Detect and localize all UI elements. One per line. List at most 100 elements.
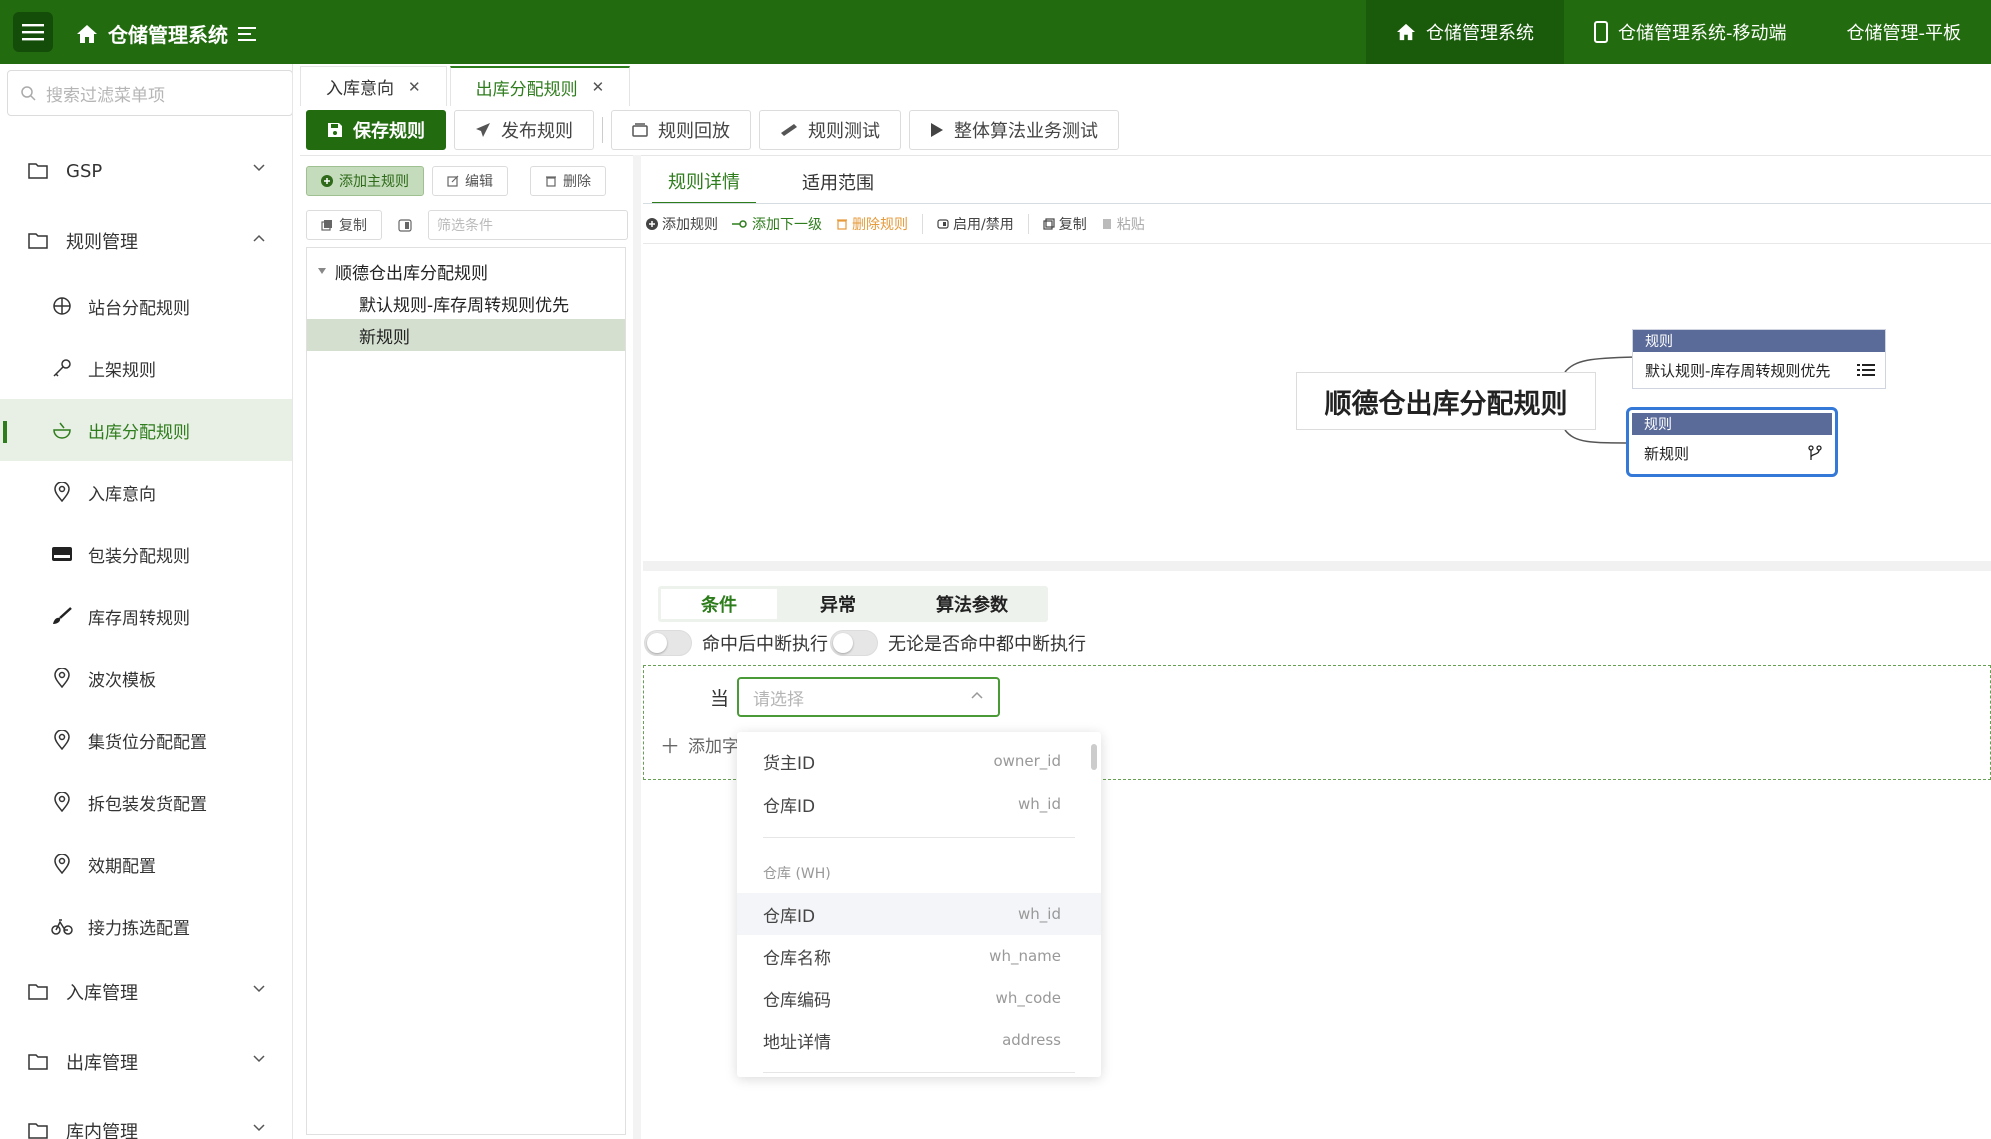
dropdown-divider	[763, 1072, 1075, 1073]
publish-label: 发布规则	[501, 121, 573, 142]
playback-rule-button[interactable]: 规则回放	[611, 110, 751, 150]
copy-button[interactable]: 复制	[306, 210, 382, 240]
mindmap-root-label: 顺德仓出库分配规则	[1324, 388, 1568, 420]
plus-icon: ＋	[660, 734, 680, 758]
tab-exception[interactable]: 异常	[780, 586, 896, 622]
tab-inbound-intent[interactable]: 入库意向 ✕	[300, 66, 447, 106]
sidebar-item-package-rule[interactable]: 包装分配规则	[0, 523, 292, 585]
switch-label: 无论是否命中都中断执行	[888, 634, 1086, 655]
sidebar-item-warehouse-management[interactable]: 库内管理	[0, 1100, 292, 1139]
sidebar-item-gsp[interactable]: GSP	[0, 140, 292, 202]
tree-node-default-rule[interactable]: 默认规则-库存周转规则优先	[307, 287, 625, 319]
tab-label: 异常	[820, 595, 856, 616]
sidebar-item-label: 库内管理	[66, 1122, 138, 1139]
delete-rule-button[interactable]: 删除规则	[836, 214, 908, 234]
sidebar-item-inbound-intent[interactable]: 入库意向	[0, 461, 292, 523]
condition-tabs: 条件 异常 算法参数	[658, 586, 1048, 622]
location-pin-icon	[50, 852, 74, 876]
mindmap-node-new-rule[interactable]: 规则 新规则	[1626, 407, 1838, 477]
sidebar-item-relay-pick-config[interactable]: 接力拣选配置	[0, 895, 292, 957]
sidebar-search-input[interactable]: 搜索过滤菜单项	[7, 70, 292, 116]
save-label: 保存规则	[353, 121, 425, 142]
location-pin-icon	[50, 728, 74, 752]
sidebar-item-inbound-management[interactable]: 入库管理	[0, 961, 292, 1023]
tab-rule-detail[interactable]: 规则详情	[652, 160, 756, 204]
paste-icon-button[interactable]	[390, 210, 420, 240]
toggle-rule-button[interactable]: 启用/禁用	[937, 214, 1014, 234]
sidebar-item-label: 波次模板	[88, 670, 156, 691]
toolbar: 保存规则 发布规则 规则回放 规则测试 整体算法业务测试	[306, 110, 1119, 150]
dropdown-item[interactable]: 仓库编码 wh_code	[737, 977, 1101, 1019]
add-field-button[interactable]: ＋ 添加字	[660, 730, 739, 759]
dropdown-group-label: 仓库 (WH)	[763, 866, 831, 882]
key-icon	[50, 356, 74, 380]
save-rule-button[interactable]: 保存规则	[306, 110, 446, 150]
test-rule-button[interactable]: 规则测试	[759, 110, 901, 150]
copy-node-button[interactable]: 复制	[1043, 214, 1087, 234]
paste-node-button[interactable]: 粘贴	[1101, 214, 1145, 234]
tree-node-root[interactable]: 顺德仓出库分配规则	[307, 255, 625, 287]
sidebar-item-label: 出库管理	[66, 1053, 138, 1074]
tab-label: 入库意向	[326, 79, 394, 99]
sidebar-item-expiry-config[interactable]: 效期配置	[0, 833, 292, 895]
sidebar-item-turnover-rule[interactable]: 库存周转规则	[0, 585, 292, 647]
mindmap-node-default-rule[interactable]: 规则 默认规则-库存周转规则优先	[1632, 329, 1886, 389]
sidebar-item-putaway-rule[interactable]: 上架规则	[0, 337, 292, 399]
folder-icon	[26, 1050, 50, 1074]
sidebar-item-label: 站台分配规则	[88, 298, 190, 319]
folder-icon	[26, 1119, 50, 1139]
sidebar-item-wave-template[interactable]: 波次模板	[0, 647, 292, 709]
tab-scope[interactable]: 适用范围	[786, 160, 890, 204]
dropdown-item[interactable]: 仓库ID wh_id	[737, 893, 1101, 935]
top-link-mobile[interactable]: 仓储管理系统-移动端	[1564, 0, 1817, 64]
close-icon[interactable]: ✕	[592, 78, 605, 96]
tree-node-new-rule[interactable]: 新规则	[307, 319, 625, 351]
sidebar-item-outbound-management[interactable]: 出库管理	[0, 1031, 292, 1093]
dropdown-item-name: 仓库ID	[763, 796, 816, 817]
top-link-system[interactable]: 仓储管理系统	[1366, 0, 1564, 64]
filter-input[interactable]: 筛选条件	[428, 210, 628, 240]
tab-label: 算法参数	[936, 595, 1008, 616]
location-pin-icon	[50, 480, 74, 504]
field-select[interactable]: 请选择	[737, 677, 1000, 717]
tab-algorithm-params[interactable]: 算法参数	[896, 586, 1048, 622]
dropdown-item[interactable]: 仓库名称 wh_name	[737, 935, 1101, 977]
delete-button[interactable]: 删除	[530, 166, 606, 196]
sidebar-item-outbound-rule[interactable]: 出库分配规则	[0, 399, 292, 461]
toolbar-divider-line	[300, 155, 1991, 156]
close-icon[interactable]: ✕	[408, 78, 421, 96]
detail-tabs: 规则详情 适用范围	[652, 160, 890, 204]
dropdown-item-code: wh_name	[989, 947, 1061, 965]
dropdown-item-code: address	[1002, 1031, 1061, 1049]
menu-toggle-button[interactable]	[13, 12, 53, 52]
sidebar-item-collection-config[interactable]: 集货位分配配置	[0, 709, 292, 771]
test-label: 规则测试	[808, 121, 880, 142]
top-link-tablet[interactable]: 仓储管理-平板	[1817, 0, 1991, 64]
tab-outbound-rule[interactable]: 出库分配规则 ✕	[449, 66, 631, 106]
add-rule-button[interactable]: 添加规则	[646, 214, 718, 234]
dropdown-item[interactable]: 仓库ID wh_id	[737, 783, 1101, 825]
add-child-button[interactable]: 添加下一级	[732, 214, 822, 234]
vertical-splitter[interactable]	[643, 561, 1991, 571]
trash-icon	[546, 176, 556, 187]
overall-test-button[interactable]: 整体算法业务测试	[909, 110, 1119, 150]
mindmap-root-node[interactable]: 顺德仓出库分配规则	[1296, 372, 1596, 430]
interrupt-on-hit-switch[interactable]	[644, 630, 692, 656]
always-interrupt-switch[interactable]	[830, 630, 878, 656]
filter-placeholder: 筛选条件	[437, 218, 493, 234]
edit-button[interactable]: 编辑	[432, 166, 508, 196]
tab-condition[interactable]: 条件	[661, 589, 777, 619]
sidebar-item-unpack-config[interactable]: 拆包装发货配置	[0, 771, 292, 833]
mindmap-toolbar: 添加规则 添加下一级 删除规则 启用/禁用 复制 粘贴	[646, 214, 1145, 234]
mobile-icon	[1594, 21, 1608, 43]
hamburger-icon	[22, 24, 44, 41]
sidebar-item-rule-management[interactable]: 规则管理	[0, 210, 292, 272]
dropdown-item[interactable]: 货主ID owner_id	[737, 740, 1101, 782]
dropdown-item[interactable]: 地址详情 address	[737, 1019, 1101, 1061]
sidebar-item-station-rule[interactable]: 站台分配规则	[0, 275, 292, 337]
publish-rule-button[interactable]: 发布规则	[454, 110, 594, 150]
add-child-icon	[732, 220, 747, 228]
add-main-rule-button[interactable]: 添加主规则	[306, 166, 424, 196]
add-main-label: 添加主规则	[339, 174, 409, 190]
panel-splitter[interactable]	[633, 155, 641, 1139]
